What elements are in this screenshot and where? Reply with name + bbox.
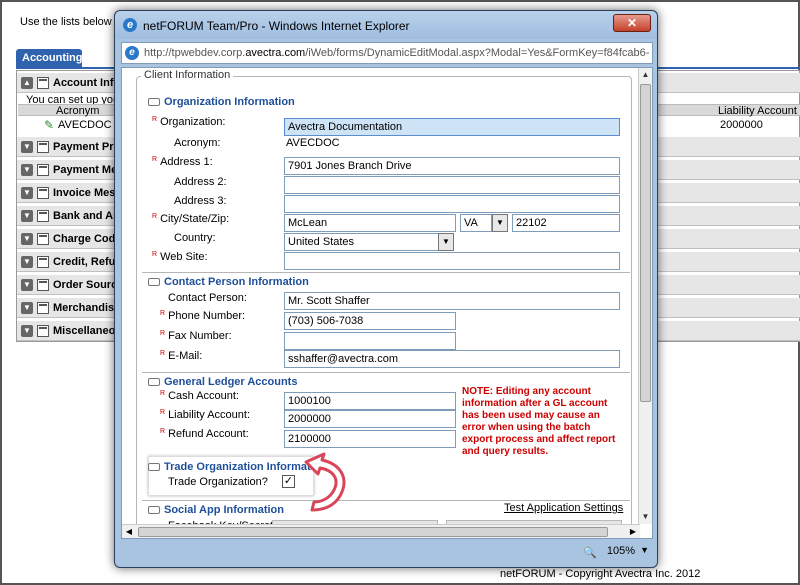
address-bar[interactable]: e http://tpwebdev.corp.avectra.com/iWeb/… — [121, 42, 653, 64]
section-header[interactable]: Social App Information — [148, 504, 284, 516]
collapse-icon[interactable] — [148, 506, 160, 515]
section-header[interactable]: Organization Information — [148, 96, 295, 108]
address2-field[interactable] — [284, 176, 620, 194]
section-header[interactable]: Contact Person Information — [148, 276, 309, 288]
website-field[interactable] — [284, 252, 620, 270]
email-label: R E-Mail: — [160, 350, 203, 362]
phone-field[interactable]: (703) 506-7038 — [284, 312, 456, 330]
section-header[interactable]: General Ledger Accounts — [148, 376, 297, 388]
close-button[interactable]: ✕ — [613, 14, 651, 32]
window-icon — [37, 164, 49, 176]
expand-icon[interactable]: ▲ — [21, 77, 33, 89]
zip-field[interactable]: 22102 — [512, 214, 620, 232]
liability-cell: 2000000 — [720, 119, 763, 131]
ie-page-icon: e — [125, 46, 139, 60]
window-icon — [37, 77, 49, 89]
expand-icon[interactable]: ▼ — [21, 325, 33, 337]
test-application-settings-link[interactable]: Test Application Settings — [504, 502, 623, 514]
horizontal-scrollbar[interactable]: ◀ ▶ — [122, 524, 640, 538]
liability-account-label: R Liability Account: — [160, 409, 250, 421]
fax-field[interactable] — [284, 332, 456, 350]
liability-account-field[interactable]: 2000000 — [284, 410, 456, 428]
contact-person-field[interactable]: Mr. Scott Shaffer — [284, 292, 620, 310]
expand-icon[interactable]: ▼ — [21, 302, 33, 314]
country-label: Country: — [174, 232, 216, 244]
collapse-icon[interactable] — [148, 278, 160, 287]
magnifier-icon[interactable]: 🔍 — [583, 546, 597, 559]
address3-field[interactable] — [284, 195, 620, 213]
window-icon — [37, 279, 49, 291]
phone-label: R Phone Number: — [160, 310, 246, 322]
trade-org-label: Trade Organization? — [168, 476, 268, 488]
window-icon — [37, 233, 49, 245]
expand-icon[interactable]: ▼ — [21, 279, 33, 291]
copyright-text: netFORUM - Copyright Avectra Inc. 2012 — [500, 568, 701, 580]
expand-icon[interactable]: ▼ — [21, 256, 33, 268]
window-icon — [37, 302, 49, 314]
expand-icon[interactable]: ▼ — [21, 141, 33, 153]
window-icon — [37, 210, 49, 222]
trade-org-checkbox[interactable]: ✓ — [282, 475, 295, 488]
status-bar: 🔍 105% ▼ — [115, 539, 657, 567]
chevron-down-icon[interactable]: ▼ — [438, 233, 454, 251]
city-field[interactable]: McLean — [284, 214, 456, 232]
url-text[interactable]: http://tpwebdev.corp.avectra.com/iWeb/fo… — [144, 47, 650, 59]
acronym-value: AVECDOC — [286, 137, 340, 149]
collapse-icon[interactable] — [148, 463, 160, 472]
expand-icon[interactable]: ▼ — [21, 164, 33, 176]
pencil-icon[interactable]: ✎ — [44, 118, 54, 132]
country-select[interactable]: United States — [284, 233, 440, 251]
expand-icon[interactable]: ▼ — [21, 233, 33, 245]
refund-account-field[interactable]: 2100000 — [284, 430, 456, 448]
scroll-right-icon[interactable]: ▶ — [626, 525, 640, 538]
cash-account-field[interactable]: 1000100 — [284, 392, 456, 410]
address1-label: R Address 1: — [152, 156, 213, 168]
gl-warning-note: NOTE: Editing any account information af… — [462, 386, 616, 457]
window-title: netFORUM Team/Pro - Windows Internet Exp… — [143, 19, 410, 33]
scroll-left-icon[interactable]: ◀ — [122, 525, 136, 538]
window-icon — [37, 187, 49, 199]
collapse-icon[interactable] — [148, 378, 160, 387]
window-icon — [37, 256, 49, 268]
expand-icon[interactable]: ▼ — [21, 187, 33, 199]
group-title: Client Information — [141, 69, 234, 81]
address3-label: Address 3: — [174, 195, 227, 207]
window-icon — [37, 325, 49, 337]
address2-label: Address 2: — [174, 176, 227, 188]
tab-accounting[interactable]: Accounting — [16, 49, 83, 69]
acronym-label: Acronym: — [174, 137, 221, 149]
scroll-thumb[interactable] — [640, 84, 651, 402]
ie-logo-icon: e — [123, 18, 137, 32]
acronym-cell: AVECDOC — [58, 119, 112, 131]
ie-modal-window: e netFORUM Team/Pro - Windows Internet E… — [114, 10, 658, 568]
scroll-thumb[interactable] — [138, 527, 608, 537]
expand-icon[interactable]: ▼ — [21, 210, 33, 222]
scroll-down-icon[interactable]: ▼ — [639, 510, 652, 524]
title-bar[interactable]: e netFORUM Team/Pro - Windows Internet E… — [115, 11, 657, 39]
window-icon — [37, 141, 49, 153]
email-field[interactable]: sshaffer@avectra.com — [284, 350, 620, 368]
scroll-up-icon[interactable]: ▲ — [639, 68, 652, 82]
city-state-zip-label: R City/State/Zip: — [152, 213, 230, 225]
website-label: R Web Site: — [152, 251, 208, 263]
contact-person-label: Contact Person: — [168, 292, 247, 304]
fax-label: R Fax Number: — [160, 330, 232, 342]
zoom-level[interactable]: 105% — [607, 545, 635, 557]
vertical-scrollbar[interactable]: ▲ ▼ — [638, 68, 652, 524]
chevron-down-icon[interactable]: ▼ — [492, 214, 508, 232]
state-select[interactable]: VA — [460, 214, 492, 232]
chevron-down-icon[interactable]: ▼ — [640, 545, 649, 555]
refund-account-label: R Refund Account: — [160, 428, 249, 440]
callout-arrow-icon — [304, 452, 346, 512]
cash-account-label: R Cash Account: — [160, 390, 239, 402]
page-content: Client Information Organization Informat… — [121, 67, 653, 539]
address1-field[interactable]: 7901 Jones Branch Drive — [284, 157, 620, 175]
collapse-icon[interactable] — [148, 98, 160, 107]
organization-field[interactable]: Avectra Documentation — [284, 118, 620, 136]
organization-label: R Organization: — [152, 116, 226, 128]
